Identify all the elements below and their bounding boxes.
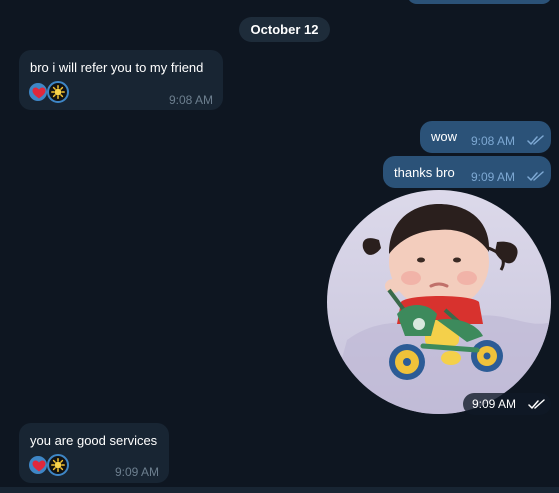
sun-sticker-icon[interactable] [47,81,69,103]
outgoing-message-bubble[interactable]: wow 9:08 AM [420,121,551,153]
chat-view: October 12 bro i will refer you to my fr… [0,0,559,493]
message-time: 9:09 AM [471,170,516,184]
outgoing-message-bubble[interactable]: thanks bro 9:09 AM [383,156,551,188]
red-heart-icon[interactable] [27,81,49,103]
message-time: 9:09 AM [114,465,159,479]
incoming-message-bubble[interactable]: bro i will refer you to my friend 9:08 A… [19,50,223,110]
sticker-illustration [327,190,551,414]
message-time: 9:09 AM [472,397,517,411]
message-text: wow [431,129,458,144]
double-check-icon [527,135,544,145]
message-time: 9:08 AM [168,93,213,107]
message-reactions[interactable] [27,81,71,103]
message-text: you are good services [30,433,158,448]
message-time: 9:08 AM [471,134,516,148]
round-sticker[interactable] [327,190,551,414]
incoming-message-bubble[interactable]: you are good services 9:09 AM [19,423,169,483]
message-reactions[interactable] [27,454,71,476]
double-check-icon [528,399,545,409]
message-text: bro i will refer you to my friend [30,60,204,75]
previous-outgoing-bubble[interactable] [407,0,552,4]
date-separator: October 12 [239,17,330,42]
message-text: thanks bro [394,165,455,180]
sun-sticker-icon[interactable] [47,454,69,476]
double-check-icon [527,171,544,181]
red-heart-icon[interactable] [27,454,49,476]
composer-edge [0,487,559,493]
sticker-time-badge: 9:09 AM [463,393,551,415]
